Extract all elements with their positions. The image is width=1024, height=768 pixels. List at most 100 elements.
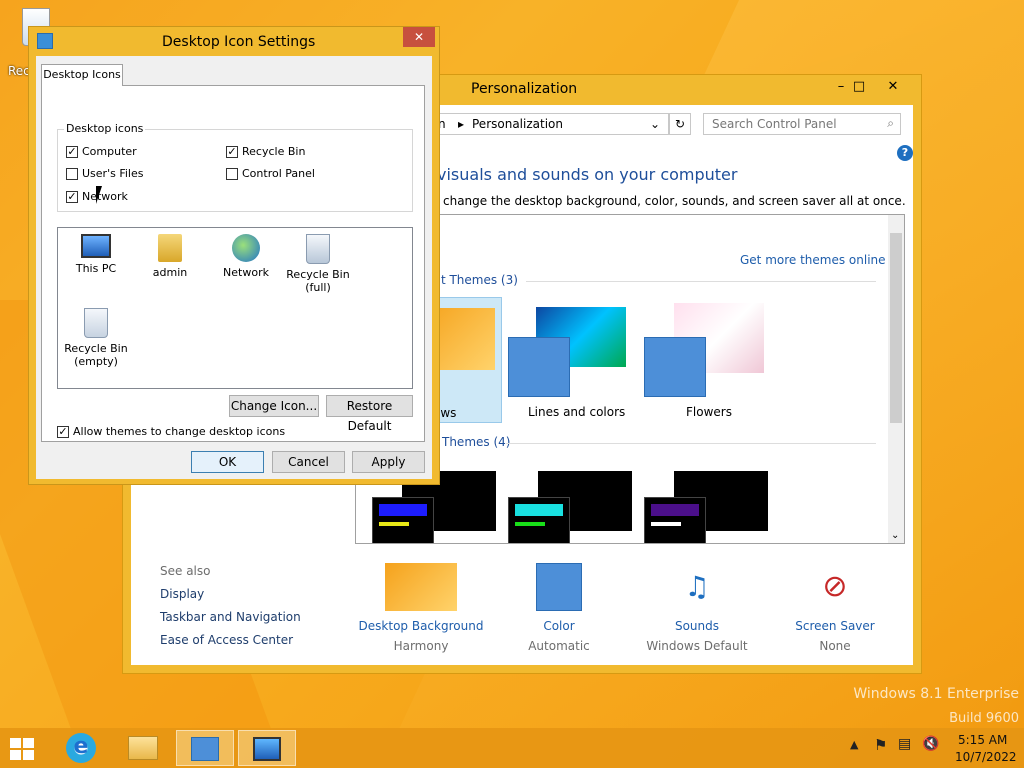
network-globe-icon bbox=[232, 234, 260, 262]
checkbox-allow-themes[interactable]: ✓ bbox=[57, 426, 69, 438]
mouse-cursor-icon bbox=[96, 186, 102, 204]
network-tray-icon[interactable]: ▤ bbox=[898, 736, 911, 752]
dialog-close-button[interactable]: ✕ bbox=[403, 27, 435, 47]
taskbar: e ▲ ⚑ ▤ 🔇 5:15 AM 10/7/2022 bbox=[0, 728, 1024, 768]
icon-recycle-bin-full[interactable]: Recycle Bin (full) bbox=[282, 234, 354, 294]
volume-muted-icon[interactable]: 🔇 bbox=[922, 736, 939, 752]
folder-icon bbox=[128, 736, 158, 760]
tab-desktop-icons[interactable]: Desktop Icons bbox=[41, 64, 123, 86]
sounds-item[interactable]: ♫ Sounds Windows Default bbox=[627, 563, 767, 653]
icon-admin[interactable]: admin bbox=[134, 234, 206, 279]
checkbox-network[interactable]: ✓ bbox=[66, 191, 78, 203]
user-folder-icon bbox=[158, 234, 182, 262]
page-subheading: change the desktop background, color, so… bbox=[443, 194, 906, 208]
icon-this-pc[interactable]: This PC bbox=[60, 234, 132, 275]
search-input[interactable]: Search Control Panel ⌕ bbox=[703, 113, 901, 135]
group-header-default: ult Themes (3) bbox=[430, 273, 518, 287]
checkbox-recycle-bin-label: Recycle Bin bbox=[242, 145, 306, 158]
ok-button[interactable]: OK bbox=[191, 451, 264, 473]
desktop-icon-settings-dialog: Desktop Icon Settings ✕ Desktop Icons De… bbox=[28, 26, 440, 485]
theme-lines-and-colors[interactable]: Lines and colors bbox=[506, 297, 636, 423]
theme-label: Flowers bbox=[686, 405, 732, 419]
theme-flowers[interactable]: Flowers bbox=[642, 297, 772, 423]
theme-hc-swatch bbox=[644, 497, 706, 543]
watermark-line2: Build 9600 bbox=[949, 711, 1019, 726]
group-divider bbox=[506, 443, 876, 444]
change-icon-button[interactable]: Change Icon... bbox=[229, 395, 319, 417]
tab-panel: Desktop icons ✓ Computer ✓ Recycle Bin U… bbox=[41, 85, 425, 442]
search-placeholder: Search Control Panel bbox=[712, 117, 837, 131]
desktop-icons-group: Desktop icons ✓ Computer ✓ Recycle Bin U… bbox=[57, 122, 413, 212]
checkbox-recycle-bin[interactable]: ✓ bbox=[226, 146, 238, 158]
chevron-down-icon[interactable]: ⌄ bbox=[891, 530, 899, 541]
taskbar-control-panel[interactable] bbox=[176, 730, 234, 766]
checkbox-users-files[interactable] bbox=[66, 168, 78, 180]
sounds-icon: ♫ bbox=[684, 570, 710, 603]
icon-recycle-bin-empty[interactable]: Recycle Bin (empty) bbox=[60, 308, 132, 368]
dialog-client: Desktop Icons Desktop icons ✓ Computer ✓… bbox=[36, 56, 432, 479]
theme-list-scrollbar[interactable]: ⌄ bbox=[888, 215, 904, 543]
checkbox-control-panel-label: Control Panel bbox=[242, 167, 315, 180]
computer-icon bbox=[81, 234, 111, 258]
dialog-app-icon bbox=[37, 33, 53, 49]
color-palette-icon bbox=[536, 563, 582, 611]
see-also-ease-of-access[interactable]: Ease of Access Center bbox=[160, 633, 293, 647]
taskbar-desktop-icon-settings[interactable] bbox=[238, 730, 296, 766]
desktop-background-thumbnail bbox=[385, 563, 457, 611]
see-also-taskbar[interactable]: Taskbar and Navigation bbox=[160, 610, 301, 624]
page-heading: visuals and sounds on your computer bbox=[437, 165, 738, 184]
icon-network[interactable]: Network bbox=[210, 234, 282, 279]
address-bar[interactable]: n ▸ Personalization ⌄ bbox=[431, 113, 669, 135]
icon-list[interactable]: This PC admin Network Recycle Bin (full)… bbox=[57, 227, 413, 389]
close-button[interactable]: ✕ bbox=[871, 77, 915, 97]
cancel-button[interactable]: Cancel bbox=[272, 451, 345, 473]
see-also-header: See also bbox=[160, 564, 211, 578]
action-center-flag-icon[interactable]: ⚑ bbox=[874, 736, 887, 754]
restore-default-button[interactable]: Restore Default bbox=[326, 395, 413, 433]
recycle-bin-full-icon bbox=[306, 234, 330, 264]
checkbox-network-label: Network bbox=[82, 190, 128, 203]
group-divider bbox=[526, 281, 876, 282]
group-header-highcontrast: Themes (4) bbox=[442, 435, 511, 449]
breadcrumb-current[interactable]: Personalization bbox=[472, 117, 563, 131]
desktop-recycle-label: Rec bbox=[8, 64, 30, 78]
group-label: Desktop icons bbox=[64, 122, 146, 135]
start-button[interactable] bbox=[8, 734, 38, 762]
see-also-display[interactable]: Display bbox=[160, 587, 204, 601]
refresh-button[interactable]: ↻ bbox=[669, 113, 691, 135]
desktop-background-item[interactable]: Desktop Background Harmony bbox=[351, 563, 491, 653]
color-palette-icon bbox=[644, 337, 706, 397]
internet-explorer-icon: e bbox=[66, 733, 96, 763]
window-title: Personalization bbox=[471, 81, 578, 97]
chevron-down-icon[interactable]: ⌄ bbox=[650, 117, 660, 131]
checkbox-users-files-label: User's Files bbox=[82, 167, 144, 180]
apply-button[interactable]: Apply bbox=[352, 451, 425, 473]
checkbox-control-panel[interactable] bbox=[226, 168, 238, 180]
get-more-themes-link[interactable]: Get more themes online bbox=[740, 253, 886, 267]
search-icon: ⌕ bbox=[887, 116, 894, 130]
theme-label: Lines and colors bbox=[528, 405, 626, 419]
scroll-thumb[interactable] bbox=[890, 233, 902, 423]
control-panel-icon bbox=[191, 737, 219, 761]
dialog-title: Desktop Icon Settings bbox=[162, 34, 316, 50]
screen-saver-item[interactable]: ⊘ Screen Saver None bbox=[765, 563, 905, 653]
color-item[interactable]: Color Automatic bbox=[489, 563, 629, 653]
taskbar-ie[interactable]: e bbox=[52, 730, 110, 766]
screen-saver-icon: ⊘ bbox=[822, 569, 848, 604]
checkbox-allow-themes-label: Allow themes to change desktop icons bbox=[73, 425, 286, 438]
clock-time[interactable]: 5:15 AM bbox=[958, 733, 1007, 747]
checkbox-computer[interactable]: ✓ bbox=[66, 146, 78, 158]
watermark-line1: Windows 8.1 Enterprise bbox=[853, 686, 1019, 702]
checkbox-computer-label: Computer bbox=[82, 145, 137, 158]
taskbar-file-explorer[interactable] bbox=[114, 730, 172, 766]
windows-logo-icon bbox=[10, 738, 34, 760]
breadcrumb-separator-icon: ▸ bbox=[458, 117, 465, 131]
theme-hc-swatch bbox=[508, 497, 570, 543]
color-palette-icon bbox=[508, 337, 570, 397]
theme-hc-swatch bbox=[372, 497, 434, 543]
tray-expand-icon[interactable]: ▲ bbox=[850, 738, 858, 751]
recycle-bin-empty-icon bbox=[84, 308, 108, 338]
help-icon[interactable]: ? bbox=[897, 145, 913, 161]
clock-date[interactable]: 10/7/2022 bbox=[955, 750, 1017, 764]
desktop-settings-icon bbox=[253, 737, 281, 761]
